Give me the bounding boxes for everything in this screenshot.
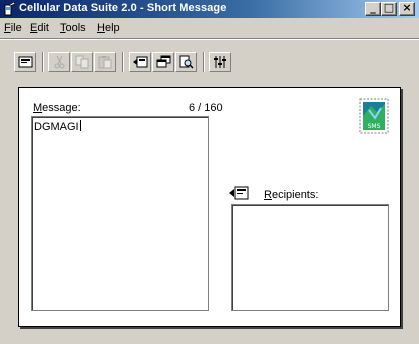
recipients-label-text: ecipients:	[271, 189, 319, 201]
toolbar-separator	[203, 52, 205, 72]
preview-button[interactable]	[175, 52, 197, 72]
app-phone-icon	[4, 2, 16, 16]
close-icon: ×	[402, 1, 412, 14]
paste-icon	[98, 56, 112, 69]
menu-file-key: F	[4, 22, 11, 34]
maximize-icon: □	[383, 1, 395, 14]
recipients-label: Recipients:	[264, 189, 318, 201]
copy-button[interactable]	[71, 52, 93, 72]
minimize-icon: _	[370, 1, 376, 14]
menu-tools-label: ools	[65, 22, 86, 34]
settings-button[interactable]	[209, 52, 231, 72]
toolbar-separator	[42, 52, 44, 72]
recipients-icon	[229, 186, 249, 200]
message-label: Message:	[33, 102, 81, 114]
toolbar-divider	[0, 38, 419, 40]
menu-help-label: elp	[104, 22, 120, 34]
menu-tools[interactable]: Tools	[60, 22, 86, 34]
new-message-icon	[18, 56, 33, 68]
toolbar	[0, 38, 419, 72]
toolbar-separator	[122, 52, 124, 72]
paste-button[interactable]	[94, 52, 116, 72]
text-caret	[79, 120, 81, 131]
send-button[interactable]	[129, 52, 151, 72]
menu-edit[interactable]: Edit	[30, 22, 49, 34]
menu-edit-label: dit	[37, 22, 49, 34]
main-window: Cellular Data Suite 2.0 - Short Message …	[0, 0, 419, 344]
settings-icon	[214, 56, 226, 68]
menu-file-label: ile	[10, 22, 22, 34]
maximize-button[interactable]: □	[381, 1, 397, 16]
message-panel: Message: 6 / 160 DGMAGI SMS Recipients:	[18, 87, 401, 327]
window-title: Cellular Data Suite 2.0 - Short Message	[19, 2, 227, 14]
windows-button[interactable]	[152, 52, 174, 72]
message-textarea[interactable]: DGMAGI	[31, 116, 209, 311]
new-message-button[interactable]	[14, 52, 36, 72]
character-count: 6 / 160	[189, 102, 223, 114]
message-text: DGMAGI	[34, 121, 79, 133]
send-icon	[133, 56, 148, 68]
recipients-list[interactable]	[231, 204, 389, 311]
menu-file[interactable]: File	[4, 22, 22, 34]
cut-icon	[54, 55, 65, 69]
message-label-text: essage:	[42, 102, 81, 114]
cut-button[interactable]	[48, 52, 70, 72]
sms-stamp-label: SMS	[368, 123, 381, 130]
sms-stamp-icon: SMS	[359, 98, 389, 134]
menu-help-key: H	[97, 22, 105, 34]
preview-icon	[179, 55, 194, 69]
copy-icon	[75, 55, 89, 69]
menu-bar: File Edit Tools Help	[0, 19, 419, 37]
message-label-key: M	[33, 102, 43, 114]
recipients-label-key: R	[264, 189, 272, 201]
menu-help[interactable]: Help	[97, 22, 120, 34]
minimize-button[interactable]: _	[365, 1, 381, 16]
close-button[interactable]: ×	[399, 1, 415, 16]
windows-icon	[156, 55, 171, 68]
title-bar[interactable]: Cellular Data Suite 2.0 - Short Message …	[0, 0, 419, 18]
